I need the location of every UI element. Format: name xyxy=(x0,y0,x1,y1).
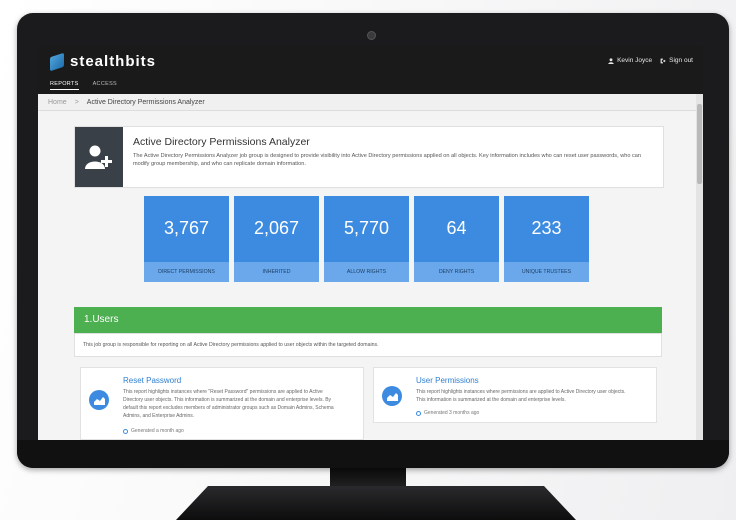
breadcrumb: Home > Active Directory Permissions Anal… xyxy=(38,94,696,111)
tile-inherited[interactable]: 2,067 INHERITED xyxy=(234,196,319,282)
user-area: Kevin Joyce Sign out xyxy=(608,57,693,64)
report-description: This report highlights instances where p… xyxy=(416,388,626,404)
tile-label: ALLOW RIGHTS xyxy=(324,262,409,282)
brand-logo[interactable]: stealthbits xyxy=(50,52,157,71)
screen: stealthbits Kevin Joyce Sign out REPORTS… xyxy=(38,46,703,440)
brand-name: stealthbits xyxy=(70,53,157,70)
monitor-stand xyxy=(176,486,576,520)
clock-icon xyxy=(123,428,128,434)
tile-value: 64 xyxy=(446,218,467,238)
scrollbar-thumb[interactable] xyxy=(697,104,702,184)
page-header-card: Active Directory Permissions Analyzer Th… xyxy=(74,126,664,188)
page-title: Active Directory Permissions Analyzer xyxy=(133,136,310,148)
monitor-neck xyxy=(330,468,406,488)
chart-icon xyxy=(89,390,109,410)
tile-value: 5,770 xyxy=(343,218,390,238)
webcam xyxy=(367,31,376,40)
tile-label: UNIQUE TRUSTEES xyxy=(504,262,589,282)
user-add-icon xyxy=(85,145,112,169)
breadcrumb-home[interactable]: Home xyxy=(48,99,67,106)
tile-allow-rights[interactable]: 5,770 ALLOW RIGHTS xyxy=(324,196,409,282)
report-title[interactable]: Reset Password xyxy=(123,376,181,385)
section-title: 1.Users xyxy=(84,314,119,325)
tile-deny-rights[interactable]: 64 DENY RIGHTS xyxy=(414,196,499,282)
tab-reports[interactable]: REPORTS xyxy=(50,81,79,90)
main-content: Active Directory Permissions Analyzer Th… xyxy=(38,111,696,440)
main-nav: REPORTS ACCESS xyxy=(50,81,117,90)
report-generated: Generated 3 months ago xyxy=(416,410,479,416)
section-header-users[interactable]: 1.Users xyxy=(74,307,662,333)
signout-label: Sign out xyxy=(669,57,693,64)
logo-mark-icon xyxy=(50,52,64,71)
tab-access[interactable]: ACCESS xyxy=(93,81,117,90)
tile-direct-permissions[interactable]: 3,767 DIRECT PERMISSIONS xyxy=(144,196,229,282)
tile-value: 2,067 xyxy=(253,218,300,238)
tile-value: 233 xyxy=(531,218,562,238)
report-description-line: This information is summarized at the do… xyxy=(416,397,566,403)
report-description-line: This report highlights instances where "… xyxy=(123,389,323,395)
top-bar: stealthbits Kevin Joyce Sign out REPORTS… xyxy=(38,46,703,94)
tile-label: DIRECT PERMISSIONS xyxy=(144,262,229,282)
monitor-chin xyxy=(17,440,729,468)
report-card-user-permissions[interactable]: User Permissions This report highlights … xyxy=(373,367,657,423)
report-description-line: Directory user objects. This information… xyxy=(123,397,332,403)
user-menu[interactable]: Kevin Joyce xyxy=(608,57,652,64)
generated-text: Generated 3 months ago xyxy=(424,410,480,416)
tile-unique-trustees[interactable]: 233 UNIQUE TRUSTEES xyxy=(504,196,589,282)
page-description: The Active Directory Permissions Analyze… xyxy=(133,153,642,167)
clock-icon xyxy=(416,410,421,416)
summary-tiles: 3,767 DIRECT PERMISSIONS 2,067 INHERITED… xyxy=(144,196,589,282)
section-description: This job group is responsible for report… xyxy=(83,342,379,348)
report-description-line: default this report excludes members of … xyxy=(123,405,334,411)
signout-link[interactable]: Sign out xyxy=(660,57,693,64)
breadcrumb-separator: > xyxy=(74,98,79,106)
report-description-line: This report highlights instances where p… xyxy=(416,389,626,395)
report-description-line: Admins, and Enterprise Admins. xyxy=(123,413,195,419)
report-title[interactable]: User Permissions xyxy=(416,376,479,385)
tile-value: 3,767 xyxy=(163,218,210,238)
section-description-box: This job group is responsible for report… xyxy=(74,333,662,357)
user-icon xyxy=(608,57,614,64)
generated-text: Generated a month ago xyxy=(131,428,184,434)
chart-icon xyxy=(382,386,402,406)
header-icon-box xyxy=(75,127,123,187)
breadcrumb-current: Active Directory Permissions Analyzer xyxy=(86,98,205,106)
report-card-reset-password[interactable]: Reset Password This report highlights in… xyxy=(80,367,364,440)
report-generated: Generated a month ago xyxy=(123,428,184,434)
tile-label: DENY RIGHTS xyxy=(414,262,499,282)
report-description: This report highlights instances where "… xyxy=(123,388,334,420)
user-name: Kevin Joyce xyxy=(617,57,653,64)
tile-label: INHERITED xyxy=(234,262,319,282)
signout-icon xyxy=(660,58,666,63)
